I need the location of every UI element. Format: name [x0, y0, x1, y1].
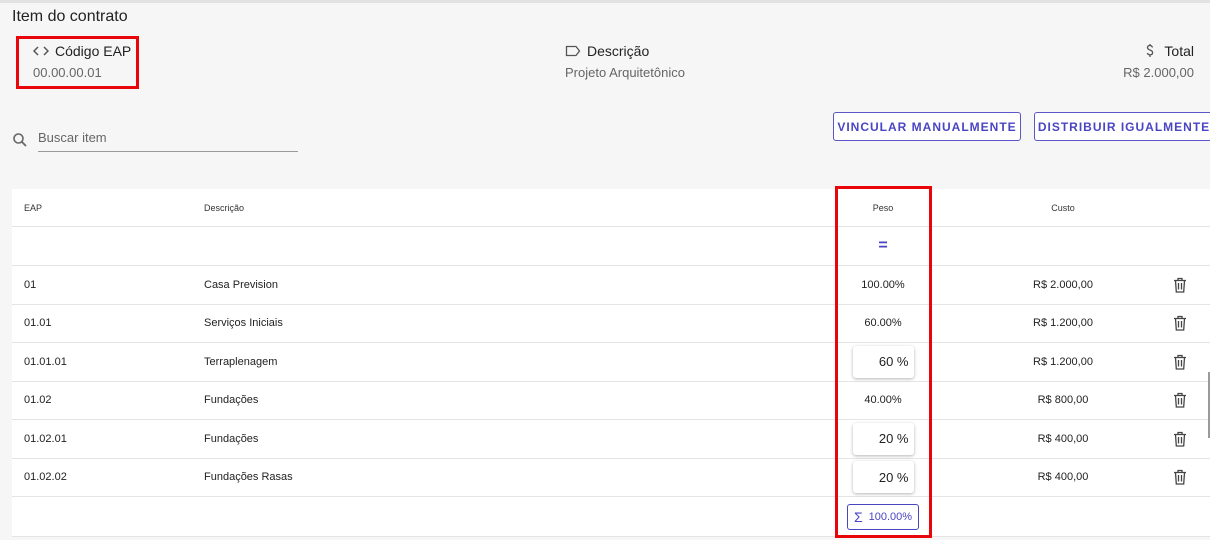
- peso-input[interactable]: 20 %: [852, 461, 914, 494]
- row-peso-cell: 60 %: [834, 345, 932, 378]
- label-tag-icon: [565, 45, 581, 57]
- peso-input[interactable]: 20 %: [852, 422, 914, 455]
- row-peso-cell: 20 %: [834, 461, 932, 494]
- row-peso-cell: 20 %: [834, 422, 932, 455]
- table-row: 01.02.01 Fundações 20 % R$ 400,00: [12, 420, 1210, 459]
- table-row: 01.02 Fundações 40.00% R$ 800,00: [12, 382, 1210, 420]
- meta-codigo-eap: Código EAP 00.00.00.01: [33, 43, 131, 80]
- row-eap: 01.02.02: [24, 471, 67, 484]
- search-bar: [12, 128, 298, 152]
- table-row: 01.02.02 Fundações Rasas 20 % R$ 400,00: [12, 459, 1210, 497]
- distribuir-igualmente-button[interactable]: DISTRIBUIR IGUALMENTE: [1034, 112, 1210, 141]
- code-icon: [33, 46, 49, 56]
- row-peso: 60.00%: [864, 317, 902, 330]
- search-icon: [13, 133, 27, 147]
- vincular-manualmente-button[interactable]: VINCULAR MANUALMENTE: [833, 112, 1021, 141]
- peso-sum-value: 100.00%: [868, 510, 913, 523]
- meta-total-label: Total: [1164, 43, 1194, 59]
- row-eap: 01.01.01: [24, 355, 67, 368]
- row-eap: 01: [24, 278, 37, 291]
- sum-cell: Σ 100.00%: [834, 503, 932, 530]
- row-eap: 01.01: [24, 317, 52, 330]
- header-eap: EAP: [24, 202, 43, 213]
- equalize-button[interactable]: =: [834, 237, 932, 255]
- meta-eap-label: Código EAP: [55, 43, 132, 59]
- header-descricao: Descrição: [204, 202, 245, 213]
- row-descricao: Terraplenagem: [204, 355, 278, 368]
- row-custo: R$ 1.200,00: [1033, 355, 1093, 368]
- row-descricao: Casa Prevision: [204, 278, 278, 291]
- search-input[interactable]: [38, 128, 298, 152]
- row-custo: R$ 1.200,00: [1033, 317, 1093, 330]
- row-peso: 40.00%: [864, 394, 902, 407]
- table-footer: Σ 100.00%: [12, 497, 1210, 537]
- row-eap: 01.02.01: [24, 432, 67, 445]
- page-title: Item do contrato: [12, 8, 128, 25]
- peso-sum-badge: Σ 100.00%: [846, 503, 920, 530]
- header-custo: Custo: [1051, 202, 1075, 213]
- row-eap: 01.02: [24, 394, 52, 407]
- row-custo: R$ 400,00: [1037, 471, 1089, 484]
- row-custo: R$ 2.000,00: [1033, 278, 1093, 291]
- meta-descricao-value: Projeto Arquitetônico: [565, 65, 685, 80]
- row-descricao: Fundações Rasas: [204, 471, 293, 484]
- trash-icon[interactable]: [1173, 315, 1187, 331]
- row-custo: R$ 800,00: [1037, 394, 1089, 407]
- items-table: EAP Descrição Peso Custo = 01 Casa Previ…: [12, 189, 1210, 537]
- row-descricao: Fundações: [204, 394, 259, 407]
- header-peso: Peso: [872, 202, 894, 213]
- row-descricao: Fundações: [204, 432, 259, 445]
- trash-icon[interactable]: [1173, 431, 1187, 447]
- row-custo: R$ 400,00: [1037, 432, 1089, 445]
- meta-descricao-label: Descrição: [587, 43, 650, 59]
- table-row: 01.01.01 Terraplenagem 60 % R$ 1.200,00: [12, 343, 1210, 382]
- row-descricao: Serviços Iniciais: [204, 317, 283, 330]
- dollar-icon: [1147, 44, 1154, 57]
- meta-total: Total R$ 2.000,00: [1123, 43, 1194, 80]
- table-header: EAP Descrição Peso Custo: [12, 189, 1210, 227]
- table-row: 01.01 Serviços Iniciais 60.00% R$ 1.200,…: [12, 305, 1210, 343]
- equalize-row: =: [12, 227, 1210, 266]
- sigma-icon: Σ: [853, 508, 863, 525]
- meta-eap-value: 00.00.00.01: [33, 65, 102, 80]
- trash-icon[interactable]: [1173, 469, 1187, 485]
- meta-total-value: R$ 2.000,00: [1123, 65, 1194, 80]
- peso-input[interactable]: 60 %: [852, 345, 914, 378]
- trash-icon[interactable]: [1173, 354, 1187, 370]
- trash-icon[interactable]: [1173, 392, 1187, 408]
- trash-icon[interactable]: [1173, 277, 1187, 293]
- table-row: 01 Casa Prevision 100.00% R$ 2.000,00: [12, 266, 1210, 305]
- row-peso: 100.00%: [861, 278, 905, 291]
- meta-descricao: Descrição Projeto Arquitetônico: [565, 43, 685, 80]
- top-divider: [0, 0, 1210, 3]
